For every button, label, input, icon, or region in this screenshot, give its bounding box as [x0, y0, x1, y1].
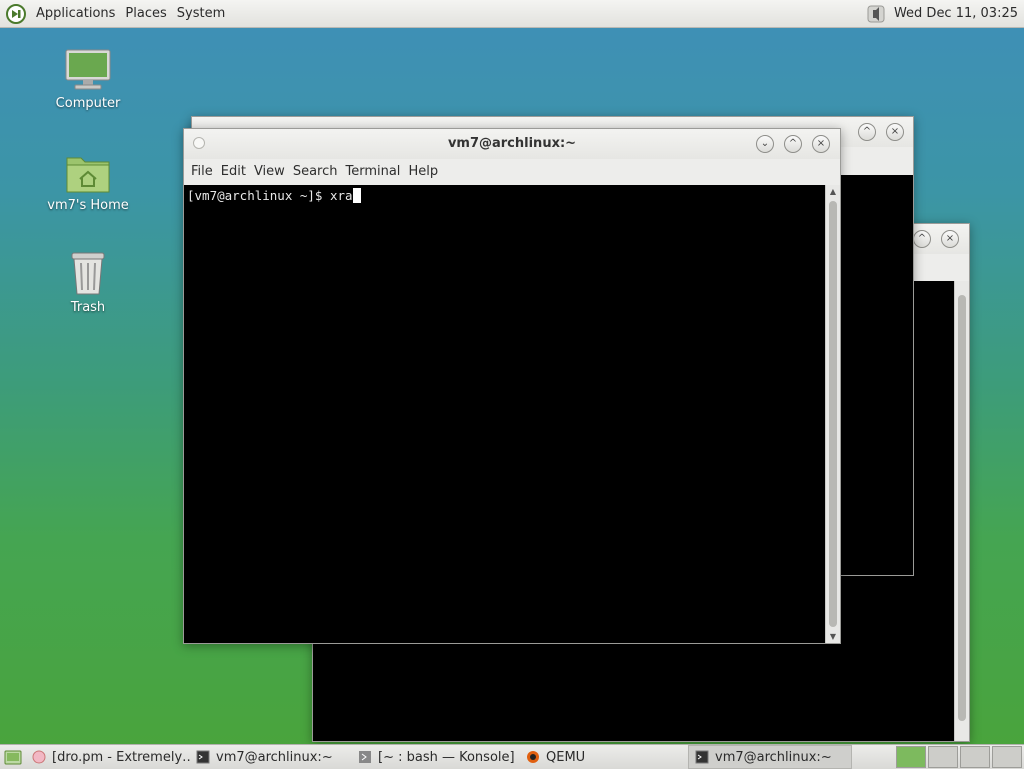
menu-help[interactable]: Help: [404, 164, 442, 179]
taskbar-item-terminal-2[interactable]: vm7@archlinux:~: [688, 745, 852, 769]
scroll-up-arrow[interactable]: ▲: [826, 187, 840, 196]
window-titlebar[interactable]: vm7@archlinux:~ ⌄ ^ ×: [184, 129, 840, 159]
minimize-button[interactable]: ⌄: [756, 135, 774, 153]
terminal-menubar: File Edit View Search Terminal Help: [184, 159, 840, 183]
desktop-icon-home[interactable]: vm7's Home: [38, 152, 138, 213]
workspace-switcher: [896, 746, 1022, 768]
applications-menu[interactable]: Applications: [31, 6, 120, 21]
workspace-1[interactable]: [896, 746, 926, 768]
clock[interactable]: Wed Dec 11, 03:25: [894, 6, 1018, 21]
text-cursor: [352, 188, 361, 203]
window-title: vm7@archlinux:~: [447, 136, 577, 151]
desktop-icon-computer[interactable]: Computer: [38, 48, 138, 111]
qemu-icon: [527, 751, 539, 763]
close-button[interactable]: ×: [941, 230, 959, 248]
trash-icon: [71, 252, 105, 295]
taskbar-item-browser[interactable]: [dro.pm - Extremely…: [26, 746, 190, 768]
computer-icon: [65, 49, 111, 90]
workspace-2[interactable]: [928, 746, 958, 768]
taskbar-item-terminal-1[interactable]: vm7@archlinux:~: [190, 746, 352, 768]
taskbar-item-qemu[interactable]: QEMU: [520, 746, 688, 768]
home-folder-icon: [66, 157, 110, 193]
browser-icon: [32, 750, 46, 764]
taskbar-item-label: [~ : bash — Konsole]: [378, 749, 515, 765]
menu-search[interactable]: Search: [289, 164, 342, 179]
desktop-icon-label: Computer: [55, 96, 121, 111]
taskbar-item-label: QEMU: [546, 749, 586, 765]
close-button[interactable]: ×: [886, 123, 904, 141]
close-button[interactable]: ×: [812, 135, 830, 153]
scrollbar-thumb[interactable]: [958, 295, 966, 721]
scroll-down-arrow[interactable]: ▼: [826, 632, 840, 641]
taskbar-item-label: vm7@archlinux:~: [216, 749, 333, 765]
scrollbar-thumb[interactable]: [829, 201, 837, 627]
menu-view[interactable]: View: [250, 164, 289, 179]
maximize-button[interactable]: ^: [858, 123, 876, 141]
mate-logo-icon[interactable]: [6, 3, 26, 24]
terminal-prompt-line: [vm7@archlinux ~]$ xra: [184, 185, 826, 206]
desktop-icon-trash[interactable]: Trash: [38, 250, 138, 315]
workspace-3[interactable]: [960, 746, 990, 768]
volume-icon[interactable]: [866, 4, 886, 24]
konsole-icon: [359, 751, 371, 763]
terminal-area[interactable]: [vm7@archlinux ~]$ xra: [184, 185, 826, 643]
taskbar-item-label: [dro.pm - Extremely…: [52, 749, 190, 765]
desktop-icon-label: vm7's Home: [47, 198, 129, 213]
terminal-icon: [695, 750, 709, 764]
terminal-window[interactable]: vm7@archlinux:~ ⌄ ^ × File Edit View Sea…: [183, 128, 841, 644]
maximize-button[interactable]: ^: [784, 135, 802, 153]
menu-edit[interactable]: Edit: [217, 164, 250, 179]
taskbar-item-konsole[interactable]: [~ : bash — Konsole]: [352, 746, 520, 768]
shell-prompt: [vm7@archlinux ~]$: [187, 188, 330, 203]
menu-file[interactable]: File: [187, 164, 217, 179]
workspace-4[interactable]: [992, 746, 1022, 768]
top-panel: Applications Places System Wed Dec 11, 0…: [0, 0, 1024, 28]
menu-terminal[interactable]: Terminal: [341, 164, 404, 179]
typed-command: xra: [330, 188, 353, 203]
bottom-panel: [dro.pm - Extremely… vm7@archlinux:~ [~ …: [0, 744, 1024, 769]
scrollbar[interactable]: ▲ ▼: [825, 185, 840, 643]
places-menu[interactable]: Places: [120, 6, 171, 21]
system-menu[interactable]: System: [172, 6, 230, 21]
terminal-icon: [196, 750, 210, 764]
taskbar-item-label: vm7@archlinux:~: [715, 749, 832, 765]
maximize-button[interactable]: ^: [913, 230, 931, 248]
desktop-icon-label: Trash: [70, 300, 106, 315]
show-desktop-icon[interactable]: [4, 748, 22, 766]
scrollbar[interactable]: [954, 281, 969, 741]
